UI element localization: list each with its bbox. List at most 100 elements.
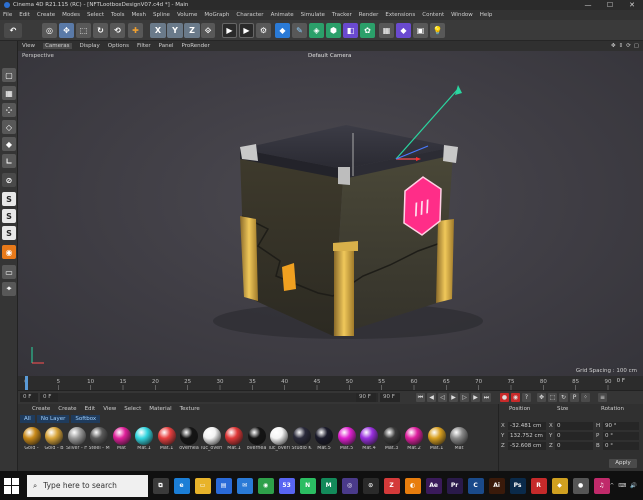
preview-range-slider[interactable] bbox=[58, 393, 378, 402]
app-purple-icon[interactable]: ◎ bbox=[341, 477, 358, 494]
viewport-menu-filter[interactable]: Filter bbox=[137, 43, 151, 49]
viewport-menu-panel[interactable]: Panel bbox=[159, 43, 174, 49]
menu-select[interactable]: Select bbox=[87, 12, 104, 18]
position-field[interactable]: -52.608 cm bbox=[508, 442, 546, 450]
scale-tool[interactable]: ⬚ bbox=[76, 23, 91, 38]
edge-icon[interactable]: e bbox=[173, 477, 190, 494]
camera-button[interactable]: ▣ bbox=[413, 23, 428, 38]
material-menu-create-0[interactable]: Create bbox=[32, 406, 50, 412]
mograph-button[interactable]: ✿ bbox=[360, 23, 375, 38]
axis-x-button[interactable]: X bbox=[150, 23, 166, 38]
lock-workplane-icon[interactable]: ⌖ bbox=[2, 282, 16, 296]
volume-icon[interactable]: 🔊 bbox=[630, 483, 637, 489]
menu-character[interactable]: Character bbox=[236, 12, 263, 18]
scale-key-icon[interactable]: ⬚ bbox=[548, 393, 557, 402]
rotate-tool[interactable]: ↻ bbox=[93, 23, 108, 38]
blender-icon[interactable]: ◐ bbox=[404, 477, 421, 494]
axis-y-button[interactable]: Y bbox=[167, 23, 183, 38]
material-swatch[interactable]: luc_overl bbox=[201, 426, 222, 451]
menu-content[interactable]: Content bbox=[422, 12, 444, 18]
timeline-settings-icon[interactable]: ≡ bbox=[598, 393, 607, 402]
size-field[interactable]: 0 bbox=[555, 442, 593, 450]
filter-no-layer-tab[interactable]: No Layer bbox=[36, 414, 70, 423]
size-field[interactable]: 0 bbox=[555, 422, 593, 430]
prev-key-icon[interactable]: ◀ bbox=[427, 393, 436, 402]
explorer-icon[interactable]: ▭ bbox=[194, 477, 211, 494]
material-swatch[interactable]: luc_overl bbox=[269, 426, 290, 451]
photoshop-icon[interactable]: Ps bbox=[509, 477, 526, 494]
material-swatch[interactable]: Mat bbox=[111, 426, 132, 451]
material-swatch[interactable]: Mat.4 bbox=[359, 426, 380, 451]
taskbar-search[interactable]: ⌕ Type here to search bbox=[27, 474, 148, 497]
next-frame-icon[interactable]: ▷ bbox=[460, 393, 469, 402]
mail-icon[interactable]: ✉ bbox=[236, 477, 253, 494]
plugin-icon[interactable]: ◉ bbox=[2, 245, 16, 259]
pen-tool-button[interactable]: ✎ bbox=[292, 23, 307, 38]
app-yellow-icon[interactable]: ◆ bbox=[551, 477, 568, 494]
menu-mesh[interactable]: Mesh bbox=[132, 12, 146, 18]
texture-mode-icon[interactable]: ▦ bbox=[2, 86, 16, 100]
material-swatch[interactable]: Mat.1 bbox=[134, 426, 155, 451]
end-frame-field[interactable]: 90 F bbox=[356, 393, 376, 402]
material-swatch[interactable]: Mat bbox=[449, 426, 470, 451]
menu-mograph[interactable]: MoGraph bbox=[204, 12, 229, 18]
zbrush-icon[interactable]: Z bbox=[383, 477, 400, 494]
go-to-end-icon[interactable]: ⏭ bbox=[482, 393, 491, 402]
menu-create[interactable]: Create bbox=[37, 12, 55, 18]
menu-volume[interactable]: Volume bbox=[177, 12, 197, 18]
menu-tracker[interactable]: Tracker bbox=[332, 12, 352, 18]
maximize-button[interactable]: ☐ bbox=[599, 1, 621, 9]
coord-system-button[interactable]: ⟐ bbox=[201, 23, 215, 38]
move-tool[interactable]: ✥ bbox=[59, 23, 74, 38]
position-key-icon[interactable]: ✥ bbox=[537, 393, 546, 402]
material-swatch[interactable]: Mat.1 bbox=[156, 426, 177, 451]
points-mode-icon[interactable]: ⁘ bbox=[2, 103, 16, 117]
field-button[interactable]: ◆ bbox=[396, 23, 411, 38]
autokey-icon[interactable]: ◉ bbox=[511, 393, 520, 402]
recent-tool[interactable]: ⟲ bbox=[110, 23, 125, 38]
current-frame-field[interactable]: 0 F bbox=[40, 393, 58, 402]
close-button[interactable]: ✕ bbox=[621, 1, 643, 9]
go-to-start-icon[interactable]: ⏮ bbox=[416, 393, 425, 402]
material-swatch[interactable]: Gold - bbox=[21, 426, 42, 451]
aftereffects-icon[interactable]: Ae bbox=[425, 477, 442, 494]
live-selection-tool[interactable]: ◎ bbox=[42, 23, 57, 38]
filter-softbox-tab[interactable]: Softbox bbox=[71, 414, 101, 423]
viewport-menu-display[interactable]: Display bbox=[80, 43, 100, 49]
prev-frame-icon[interactable]: ◁ bbox=[438, 393, 447, 402]
position-field[interactable]: -32.481 cm bbox=[508, 422, 546, 430]
pla-key-icon[interactable]: ⁘ bbox=[581, 393, 590, 402]
viewport-menu-options[interactable]: Options bbox=[108, 43, 129, 49]
minimize-button[interactable]: — bbox=[577, 1, 599, 9]
app-dark-icon[interactable]: ⊙ bbox=[362, 477, 379, 494]
material-swatch[interactable]: overhea bbox=[179, 426, 200, 451]
premiere-icon[interactable]: Pr bbox=[446, 477, 463, 494]
menu-modes[interactable]: Modes bbox=[62, 12, 80, 18]
menu-extensions[interactable]: Extensions bbox=[385, 12, 415, 18]
app-green-icon[interactable]: N bbox=[299, 477, 316, 494]
pan-icon[interactable]: ✥ bbox=[611, 43, 616, 49]
material-swatch[interactable]: Mat.3 bbox=[381, 426, 402, 451]
material-menu-create-1[interactable]: Create bbox=[58, 406, 76, 412]
app-pink-icon[interactable]: ♫ bbox=[593, 477, 610, 494]
viewport-menu-cameras[interactable]: Cameras bbox=[43, 43, 72, 49]
keyframe-selection-icon[interactable]: ? bbox=[522, 393, 531, 402]
app-red-icon[interactable]: R bbox=[530, 477, 547, 494]
material-swatch[interactable]: Mat.5 bbox=[314, 426, 335, 451]
position-field[interactable]: 132.752 cm bbox=[508, 432, 546, 440]
material-swatch[interactable]: Mat.1 bbox=[426, 426, 447, 451]
light-bulb-icon[interactable]: 💡 bbox=[430, 23, 445, 38]
cinema4d-icon[interactable]: C bbox=[467, 477, 484, 494]
cloner-button[interactable]: ⬢ bbox=[326, 23, 341, 38]
start-frame-field[interactable]: 0 F bbox=[20, 393, 38, 402]
material-swatch[interactable]: Gold - B bbox=[44, 426, 65, 451]
rotation-field[interactable]: 0 ° bbox=[603, 442, 639, 450]
menu-spline[interactable]: Spline bbox=[153, 12, 170, 18]
app-gray-icon[interactable]: ● bbox=[572, 477, 589, 494]
render-picture-viewer-button[interactable]: ▶ bbox=[239, 23, 254, 38]
workplane-icon[interactable]: ▭ bbox=[2, 265, 16, 279]
menu-tools[interactable]: Tools bbox=[111, 12, 125, 18]
material-menu-edit-2[interactable]: Edit bbox=[85, 406, 96, 412]
menu-help[interactable]: Help bbox=[480, 12, 493, 18]
undo-button[interactable]: ↶ bbox=[4, 23, 22, 38]
